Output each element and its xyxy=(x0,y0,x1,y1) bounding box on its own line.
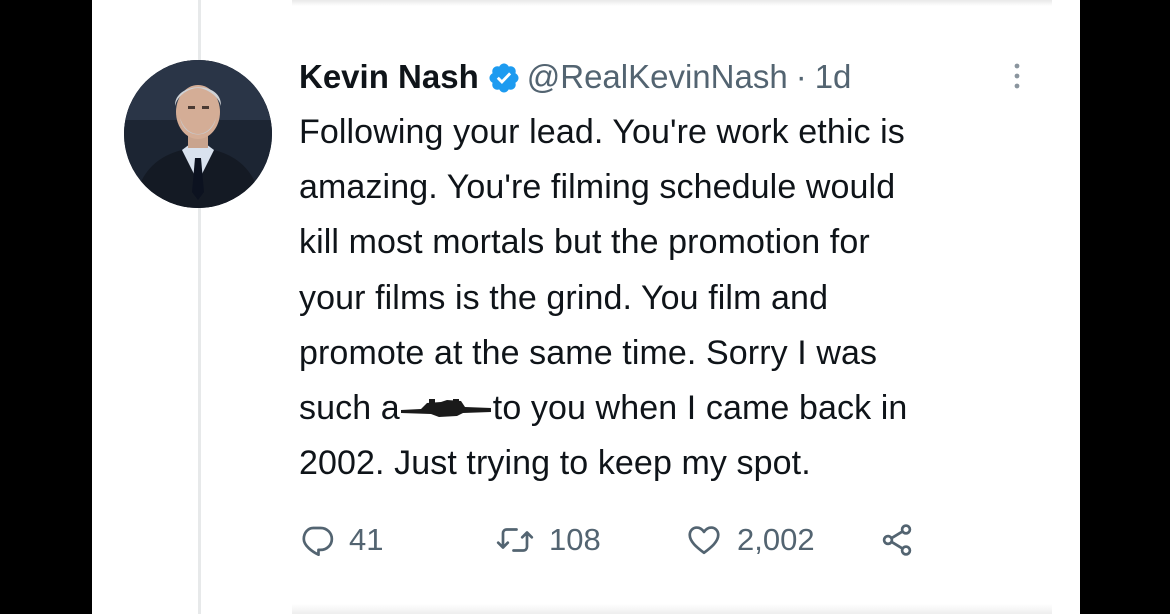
like-button[interactable]: 2,002 xyxy=(685,517,815,563)
tweet-text-line: Following your lead. You're work ethic i… xyxy=(299,113,905,151)
tweet-text-line: promote at the same time. Sorry I was xyxy=(299,333,878,372)
reply-button[interactable]: 41 xyxy=(299,517,383,563)
share-button[interactable] xyxy=(879,517,929,563)
tweet-text-fragment: to you when I came back in xyxy=(492,389,908,428)
tweet-header: Kevin Nash @RealKevinNash · 1d xyxy=(299,52,1059,102)
tweet-content: Kevin Nash @RealKevinNash · 1d Following… xyxy=(299,52,1059,557)
profile-photo xyxy=(124,60,272,208)
censor-scribble xyxy=(400,383,491,418)
screenshot-frame: Kevin Nash @RealKevinNash · 1d Following… xyxy=(0,0,1170,614)
verified-badge-icon xyxy=(487,61,521,95)
tweet-text: Following your lead. You're work ethic i… xyxy=(299,105,1059,491)
tweet-text-line: amazing. You're filming schedule would xyxy=(299,168,896,207)
avatar[interactable] xyxy=(124,60,272,208)
tweet-text-line: kill most mortals but the promotion for xyxy=(299,223,870,262)
next-tweet-edge xyxy=(292,604,1052,614)
retweet-button[interactable]: 108 xyxy=(495,517,601,563)
retweet-icon xyxy=(496,528,534,552)
retweet-count: 108 xyxy=(549,522,601,557)
heart-icon xyxy=(688,526,720,555)
author-name[interactable]: Kevin Nash xyxy=(299,58,479,96)
like-count: 2,002 xyxy=(737,522,815,557)
previous-tweet-edge xyxy=(292,0,1052,6)
tweet-timestamp[interactable]: 1d xyxy=(815,58,852,96)
tweet-text-line: your films is the grind. You film and xyxy=(299,278,829,317)
reply-count: 41 xyxy=(349,522,384,557)
tweet-text-fragment: such a xyxy=(299,389,400,428)
share-icon xyxy=(882,524,912,556)
separator-dot: · xyxy=(795,58,807,95)
reply-icon xyxy=(302,526,334,557)
author-handle[interactable]: @RealKevinNash xyxy=(527,58,788,96)
more-vertical-icon[interactable] xyxy=(999,58,1035,94)
tweet-card: Kevin Nash @RealKevinNash · 1d Following… xyxy=(92,0,1080,614)
tweet-actions: 41 108 2,002 xyxy=(299,517,1059,563)
tweet-text-line: 2002. Just trying to keep my spot. xyxy=(299,444,811,483)
tweet-text-line-censored: such a to you when I came back in xyxy=(299,381,1059,436)
